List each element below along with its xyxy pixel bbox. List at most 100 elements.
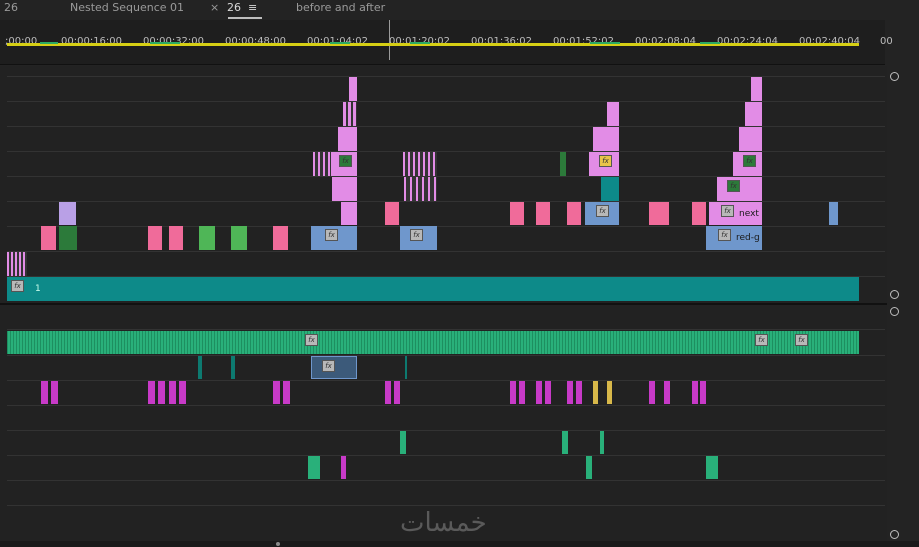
audio-clip[interactable] <box>198 356 202 379</box>
video-clip[interactable] <box>751 77 762 101</box>
work-area-bar[interactable] <box>7 43 859 46</box>
audio-clip[interactable] <box>405 356 407 379</box>
scroll-handle-icon[interactable] <box>890 72 899 81</box>
video-clip[interactable] <box>341 202 357 225</box>
video-clip[interactable] <box>692 202 706 225</box>
video-clip[interactable] <box>231 226 247 250</box>
audio-clip[interactable] <box>169 381 176 404</box>
video-clip[interactable] <box>169 226 183 250</box>
audio-clip[interactable] <box>394 381 400 404</box>
audio-clip[interactable] <box>273 381 280 404</box>
audio-vertical-scrollbar[interactable] <box>887 305 905 541</box>
video-tracks[interactable]: fx 1 fx fx fx red-g fx fx next fx fx fx … <box>0 66 887 303</box>
video-clip-next[interactable]: fx next <box>709 202 762 225</box>
audio-clip[interactable] <box>567 381 573 404</box>
playhead[interactable] <box>389 20 390 60</box>
video-clip-red-g[interactable]: fx red-g <box>706 226 762 250</box>
video-clip[interactable] <box>649 202 669 225</box>
video-clip[interactable] <box>385 202 399 225</box>
audio-clip[interactable] <box>600 431 604 454</box>
video-clip[interactable] <box>829 202 838 225</box>
video-clip[interactable] <box>343 102 357 126</box>
track-divider <box>7 430 885 431</box>
video-clip[interactable]: fx <box>311 226 357 250</box>
audio-clip[interactable] <box>576 381 582 404</box>
tab-26-fragment[interactable]: 26 <box>4 1 18 19</box>
video-clip[interactable] <box>607 102 619 126</box>
audio-clip[interactable] <box>510 381 516 404</box>
video-clip[interactable] <box>739 127 762 151</box>
fx-badge-icon: fx <box>305 334 318 346</box>
video-clip[interactable] <box>59 202 76 225</box>
scroll-handle-icon[interactable] <box>890 290 899 299</box>
video-clip[interactable] <box>567 202 581 225</box>
video-clip[interactable] <box>560 152 566 176</box>
audio-clip[interactable] <box>51 381 58 404</box>
render-bar-segment <box>590 42 620 44</box>
audio-clip[interactable] <box>148 381 155 404</box>
audio-clip[interactable] <box>607 381 612 404</box>
horizontal-scrollbar[interactable] <box>0 541 919 547</box>
video-clip[interactable] <box>349 77 357 101</box>
clip-label: red-g <box>736 233 760 243</box>
video-clip-base[interactable]: fx 1 <box>7 277 859 301</box>
video-clip[interactable] <box>7 252 27 276</box>
track-divider <box>7 480 885 481</box>
render-bar-segment <box>330 42 350 44</box>
video-clip[interactable] <box>332 177 357 201</box>
audio-clip[interactable] <box>179 381 186 404</box>
audio-clip[interactable] <box>586 456 592 479</box>
audio-clip[interactable] <box>649 381 655 404</box>
scroll-handle-icon[interactable] <box>276 542 280 546</box>
video-clip[interactable] <box>403 152 437 176</box>
video-clip[interactable] <box>273 226 288 250</box>
track-divider <box>7 505 885 506</box>
video-vertical-scrollbar[interactable] <box>887 66 905 303</box>
video-clip[interactable] <box>745 102 762 126</box>
audio-clip[interactable] <box>385 381 391 404</box>
audio-clip[interactable] <box>41 381 48 404</box>
audio-clip[interactable] <box>341 456 346 479</box>
video-clip[interactable] <box>601 177 619 201</box>
audio-clip[interactable] <box>308 456 320 479</box>
audio-clip-main-waveform[interactable]: fx fx fx <box>7 331 859 354</box>
video-clip[interactable]: fx <box>400 226 437 250</box>
close-icon[interactable]: × <box>210 1 219 19</box>
audio-clip[interactable] <box>536 381 542 404</box>
audio-clip[interactable] <box>283 381 290 404</box>
video-clip[interactable]: fx <box>585 202 619 225</box>
audio-clip[interactable] <box>158 381 165 404</box>
track-divider <box>7 380 885 381</box>
video-clip[interactable] <box>41 226 56 250</box>
video-clip[interactable]: fx <box>331 152 357 176</box>
audio-clip[interactable] <box>692 381 698 404</box>
video-clip[interactable] <box>199 226 215 250</box>
audio-clip[interactable] <box>519 381 525 404</box>
scroll-handle-icon[interactable] <box>890 307 899 316</box>
video-clip[interactable] <box>148 226 162 250</box>
audio-clip[interactable] <box>545 381 551 404</box>
video-clip[interactable]: fx <box>733 152 762 176</box>
video-clip[interactable] <box>59 226 77 250</box>
video-clip[interactable] <box>510 202 524 225</box>
track-divider <box>7 405 885 406</box>
tab-nested-sequence[interactable]: Nested Sequence 01 <box>70 1 184 19</box>
audio-clip[interactable]: fx <box>311 356 357 379</box>
video-clip[interactable] <box>536 202 550 225</box>
audio-clip[interactable] <box>700 381 706 404</box>
clip-label: 1 <box>35 284 41 294</box>
audio-clip[interactable] <box>664 381 670 404</box>
audio-clip[interactable] <box>562 431 568 454</box>
audio-clip[interactable] <box>706 456 718 479</box>
video-clip[interactable] <box>593 127 619 151</box>
video-clip[interactable]: fx <box>589 152 619 176</box>
audio-clip[interactable] <box>400 431 406 454</box>
video-clip[interactable]: fx <box>717 177 762 201</box>
scroll-handle-icon[interactable] <box>890 530 899 539</box>
audio-clip[interactable] <box>593 381 598 404</box>
tab-before-and-after[interactable]: before and after <box>296 1 385 19</box>
video-clip[interactable] <box>404 177 437 201</box>
video-clip[interactable] <box>338 127 357 151</box>
audio-clip[interactable] <box>231 356 235 379</box>
fx-badge-icon: fx <box>599 155 612 167</box>
